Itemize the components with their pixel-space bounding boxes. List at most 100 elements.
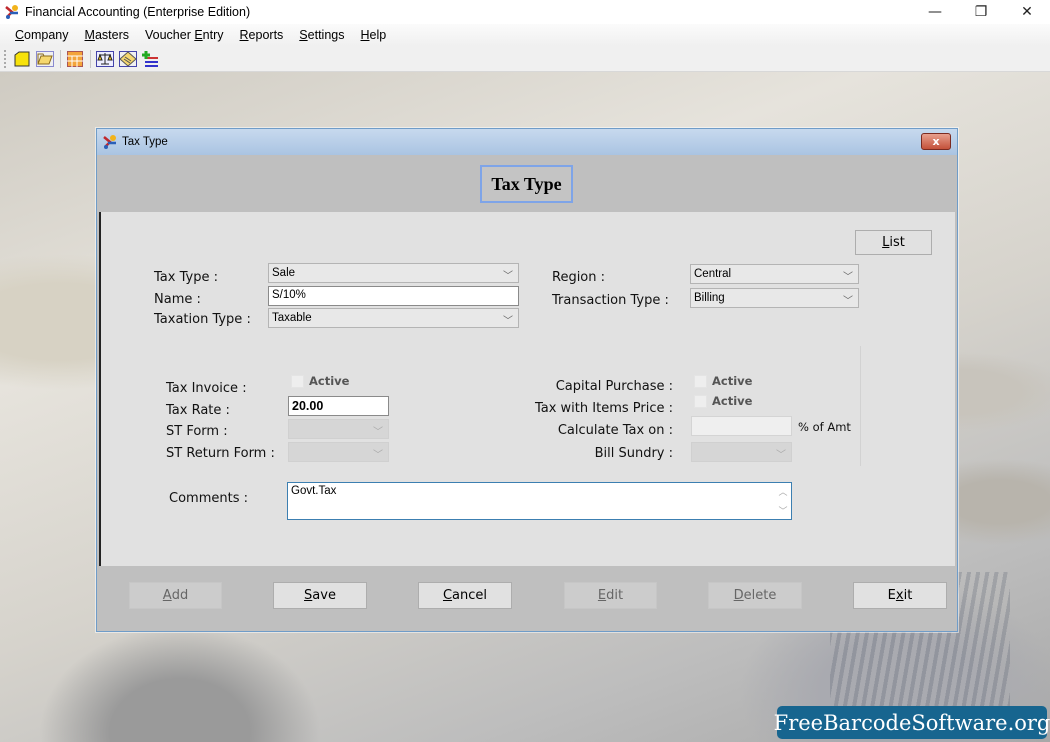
balance-scale-icon — [96, 50, 114, 67]
menu-mnemonic: M — [84, 28, 95, 42]
menu-label: asters — [94, 28, 129, 42]
select-value: Billing — [694, 292, 725, 304]
scroll-down-icon[interactable]: ﹀ — [778, 504, 787, 517]
add-entry-icon — [142, 50, 158, 67]
add-button[interactable]: Add — [129, 582, 222, 609]
button-label: ancel — [452, 588, 488, 603]
menu-label: ompany — [24, 28, 69, 42]
chevron-down-icon: ﹀ — [373, 450, 383, 461]
toolbar — [0, 46, 1050, 72]
tax-with-items-price-active-label[interactable]: Active — [712, 394, 752, 408]
new-company-icon — [14, 51, 30, 66]
menu-label: ntry — [202, 28, 224, 42]
new-company-button[interactable] — [12, 49, 32, 69]
comments-textarea[interactable]: Govt.Tax ︿ ﹀ — [287, 482, 792, 520]
region-select[interactable]: Central ﹀ — [690, 264, 859, 284]
bill-sundry-label: Bill Sundry : — [594, 446, 673, 461]
taxation-type-select[interactable]: Taxable ﹀ — [268, 308, 519, 328]
menu-help[interactable]: Help — [352, 28, 394, 42]
cancel-button[interactable]: Cancel — [418, 582, 512, 609]
percent-of-amount-label: % of Amt — [798, 420, 851, 434]
dialog-titlebar[interactable]: Tax Type x — [97, 129, 957, 155]
button-mnemonic: E — [597, 588, 607, 603]
restore-icon: ❐ — [974, 4, 988, 20]
open-company-button[interactable] — [35, 49, 55, 69]
name-input[interactable]: S/10% — [268, 286, 519, 306]
menu-label: elp — [369, 28, 387, 42]
capital-purchase-active-label[interactable]: Active — [712, 374, 752, 388]
st-return-form-label: ST Return Form : — [166, 446, 275, 461]
menu-mnemonic: E — [194, 28, 203, 42]
open-company-icon — [36, 50, 54, 67]
header-title: Tax Type — [480, 165, 573, 203]
dialog-footer: Add Save Cancel Edit Delete Ex it — [97, 566, 957, 631]
button-label: dit — [606, 588, 624, 603]
menu-settings[interactable]: Settings — [291, 28, 352, 42]
comments-scrollbar[interactable]: ︿ ﹀ — [777, 485, 789, 517]
select-value: Central — [694, 268, 732, 280]
close-icon: x — [932, 135, 940, 148]
restore-button[interactable]: ❐ — [958, 0, 1004, 24]
notes-icon — [119, 50, 137, 67]
delete-button[interactable]: Delete — [708, 582, 802, 609]
taxation-type-label: Taxation Type : — [154, 312, 251, 327]
transaction-type-label: Transaction Type : — [552, 293, 669, 308]
tax-with-items-price-checkbox[interactable] — [694, 395, 707, 408]
tax-rate-label: Tax Rate : — [166, 403, 230, 418]
bill-sundry-select[interactable]: ﹀ — [691, 442, 792, 462]
tax-with-items-price-label: Tax with Items Price : — [534, 401, 673, 416]
menu-company[interactable]: Company — [7, 28, 77, 42]
save-button[interactable]: Save — [273, 582, 367, 609]
chevron-down-icon: ﹀ — [776, 450, 786, 461]
tax-rate-input[interactable]: 20.00 — [288, 396, 389, 416]
notes-button[interactable] — [118, 49, 138, 69]
st-form-label: ST Form : — [166, 424, 228, 439]
chevron-down-icon: ﹀ — [503, 271, 513, 282]
menu-label: ettings — [307, 28, 345, 42]
edit-button[interactable]: Edit — [564, 582, 657, 609]
tax-invoice-checkbox[interactable] — [291, 375, 304, 388]
tax-invoice-active-label[interactable]: Active — [309, 374, 349, 388]
calculate-tax-on-label: Calculate Tax on : — [557, 423, 673, 438]
dialog-header: Tax Type — [97, 155, 957, 212]
toolbar-grip[interactable] — [4, 49, 7, 68]
chevron-down-icon: ﹀ — [373, 427, 383, 438]
button-label: dd — [171, 588, 189, 603]
chevron-down-icon: ﹀ — [503, 316, 513, 327]
exit-button[interactable]: Ex it — [853, 582, 947, 609]
st-return-form-select[interactable]: ﹀ — [288, 442, 389, 462]
grid-icon — [67, 50, 83, 67]
window-controls: — ❐ ✕ — [912, 0, 1050, 24]
calculate-tax-on-input[interactable] — [691, 416, 792, 436]
chevron-down-icon: ﹀ — [843, 272, 853, 283]
transaction-type-select[interactable]: Billing ﹀ — [690, 288, 859, 308]
tax-type-label: Tax Type : — [154, 270, 218, 285]
dialog-close-button[interactable]: x — [921, 133, 951, 150]
button-label: elete — [743, 588, 777, 603]
button-mnemonic: A — [162, 588, 172, 603]
menu-mnemonic: C — [15, 28, 25, 42]
capital-purchase-label: Capital Purchase : — [555, 379, 673, 394]
button-label: E — [887, 588, 896, 603]
menu-mnemonic: S — [299, 28, 308, 42]
close-window-button[interactable]: ✕ — [1004, 0, 1050, 24]
balance-button[interactable] — [95, 49, 115, 69]
chevron-down-icon: ﹀ — [843, 296, 853, 307]
menu-reports[interactable]: Reports — [232, 28, 292, 42]
list-button[interactable]: List — [855, 230, 932, 255]
grid-button[interactable] — [65, 49, 85, 69]
menu-label: Voucher — [144, 28, 195, 42]
capital-purchase-checkbox[interactable] — [694, 375, 707, 388]
dialog-body: List Tax Type : Sale ﹀ Name : S/10% Taxat… — [99, 212, 955, 566]
tax-type-select[interactable]: Sale ﹀ — [268, 263, 519, 283]
minimize-button[interactable]: — — [912, 0, 958, 24]
scroll-up-icon[interactable]: ︿ — [778, 485, 787, 498]
st-form-select[interactable]: ﹀ — [288, 419, 389, 439]
menu-voucher-entry[interactable]: Voucher Entry — [137, 28, 232, 42]
menu-bar: Company Masters Voucher Entry Reports Se… — [0, 24, 1050, 46]
close-icon: ✕ — [1021, 4, 1033, 20]
watermark-badge: FreeBarcodeSoftware.org — [774, 706, 1050, 739]
comments-value: Govt.Tax — [291, 485, 337, 497]
add-entry-button[interactable] — [141, 49, 161, 69]
menu-masters[interactable]: Masters — [77, 28, 137, 42]
